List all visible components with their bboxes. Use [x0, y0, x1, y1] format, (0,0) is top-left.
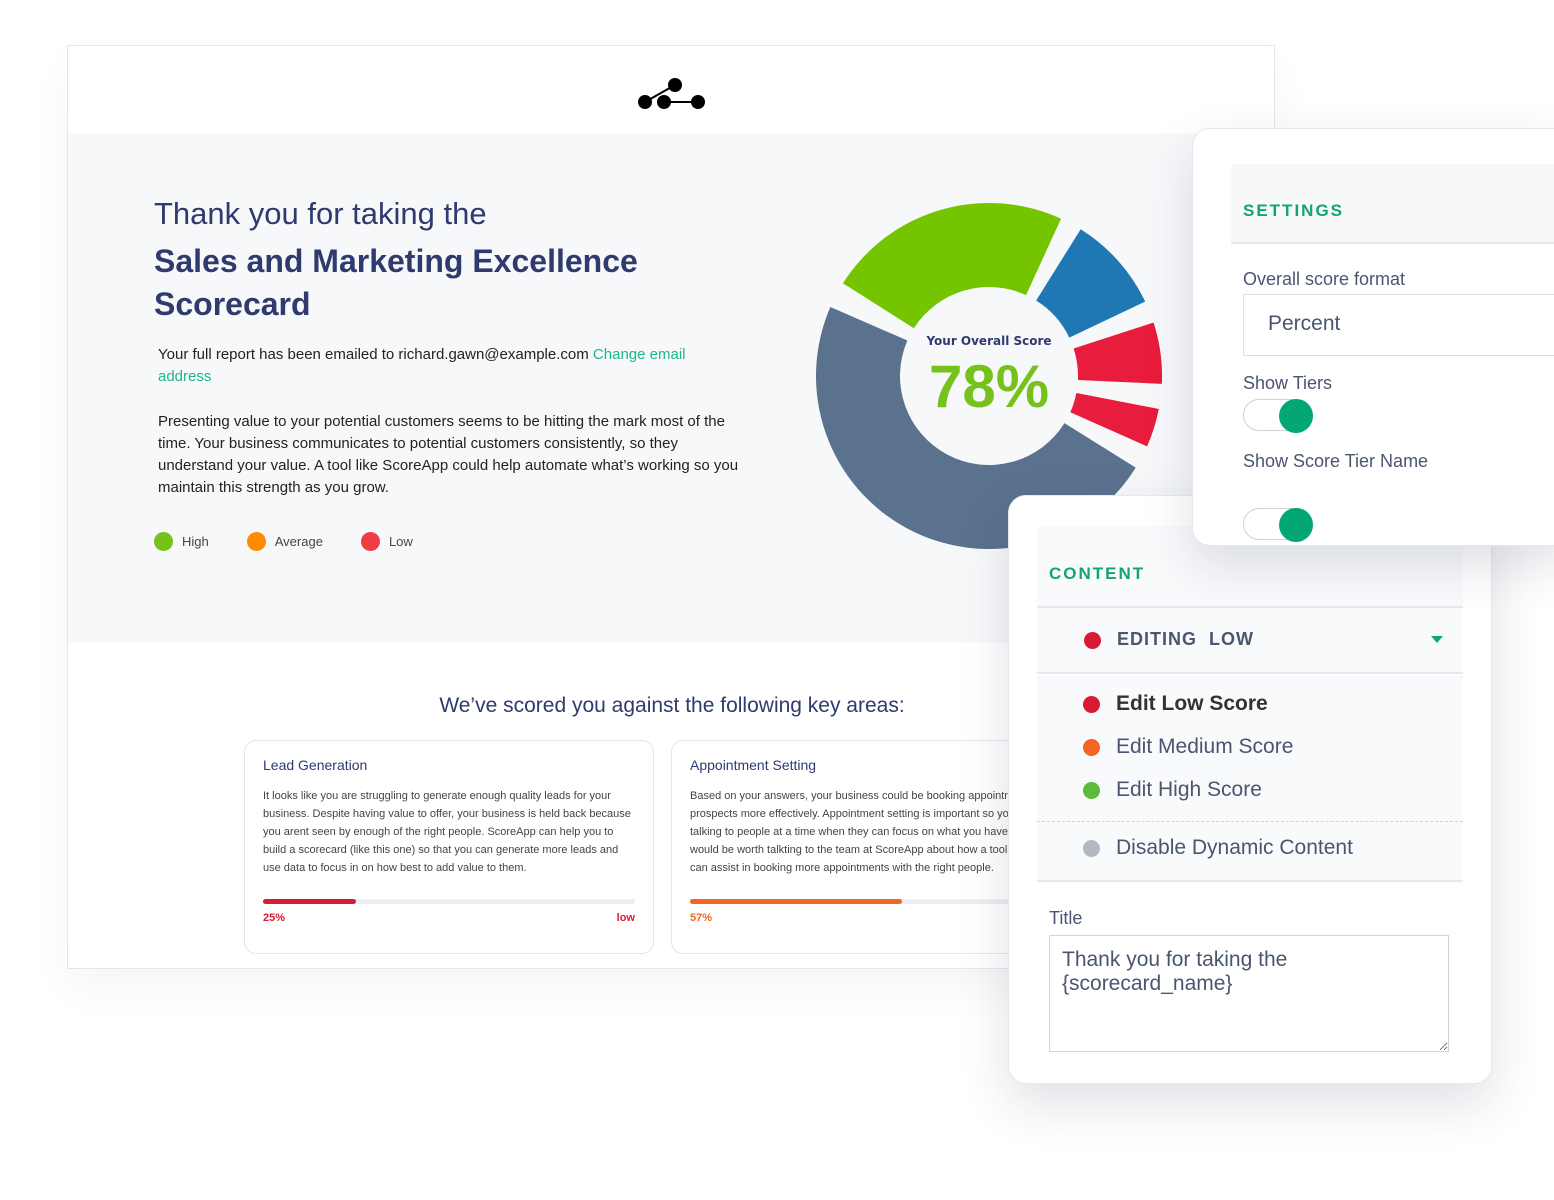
card-text: Based on your answers, your business cou…: [690, 790, 1057, 874]
disabled-dot: [1083, 839, 1100, 857]
tier-dot: [1083, 738, 1100, 756]
summary-text: Presenting value to your potential custo…: [158, 413, 739, 496]
content-panel: CONTENT EDITING LOW Edit Low Score Edit M…: [1008, 495, 1492, 1084]
item-label: Edit High Score: [1116, 778, 1262, 801]
low-tier-dot: [1084, 632, 1101, 649]
settings-panel: SETTINGS Overall score format Percent Sh…: [1192, 128, 1554, 546]
edit-score-item[interactable]: Edit High Score: [1083, 778, 1262, 802]
score-label: Your Overall Score: [926, 334, 1052, 348]
card-percent: 25%: [263, 912, 286, 924]
legend-dot: [154, 532, 173, 551]
legend-item: Average: [246, 532, 323, 551]
disable-dynamic-content[interactable]: Disable Dynamic Content: [1083, 836, 1353, 860]
legend-label: High: [182, 534, 209, 549]
disable-label: Disable Dynamic Content: [1116, 836, 1353, 859]
title-line1: Thank you for taking the: [154, 196, 487, 231]
scorecard-title: Sales and Marketing Excellence Scorecard: [154, 243, 638, 322]
show-tiers-label: Show Tiers: [1243, 373, 1333, 393]
title-label: Title: [1049, 908, 1083, 928]
editing-tier-dropdown[interactable]: EDITING LOW: [1037, 608, 1463, 674]
settings-heading: SETTINGS: [1243, 201, 1345, 220]
logo-icon: [638, 78, 705, 109]
card-title: Lead Generation: [263, 757, 368, 773]
tier-dot: [1083, 781, 1100, 799]
chevron-down-icon: [1431, 636, 1443, 643]
legend-label: Average: [274, 534, 323, 549]
legend-dot: [360, 532, 380, 551]
score-format-select[interactable]: Percent: [1243, 294, 1554, 356]
show-tier-name-toggle[interactable]: [1243, 508, 1313, 542]
title-textarea[interactable]: Thank you for taking the {scorecard_name…: [1049, 935, 1449, 1052]
card-text: It looks like you are struggling to gene…: [263, 790, 631, 874]
email-text: Your full report has been emailed to ric…: [158, 346, 589, 363]
item-label: Edit Low Score: [1116, 692, 1268, 715]
score-bar-fill: [690, 899, 903, 904]
score-bar: [690, 899, 1062, 904]
card-title: Appointment Setting: [690, 757, 817, 773]
show-tier-name-label: Show Score Tier Name: [1243, 451, 1429, 471]
legend-item: High: [154, 532, 209, 551]
legend-label: Low: [388, 534, 413, 549]
donut-segment: [842, 203, 1062, 329]
card-percent: 57%: [690, 912, 713, 924]
edit-score-item[interactable]: Edit Low Score: [1083, 692, 1268, 716]
score-format-label: Overall score format: [1243, 269, 1406, 289]
key-area-card: Lead Generation It looks like you are str…: [244, 740, 654, 954]
score-value: 78%: [928, 353, 1050, 420]
edit-score-item[interactable]: Edit Medium Score: [1083, 735, 1293, 759]
donut-segment: [1036, 229, 1146, 338]
show-tiers-toggle[interactable]: [1243, 399, 1313, 433]
item-label: Edit Medium Score: [1116, 735, 1294, 758]
email-notice: Your full report has been emailed to ric…: [158, 344, 738, 388]
content-heading: CONTENT: [1049, 564, 1146, 583]
card-tier: low: [616, 912, 635, 924]
tier-dot: [1083, 695, 1100, 713]
legend-dot: [246, 532, 266, 551]
score-bar: [263, 899, 635, 904]
legend-item: Low: [360, 532, 413, 551]
tier-legend: High Average Low: [154, 532, 413, 551]
score-bar-fill: [263, 899, 356, 904]
editing-label: EDITING LOW: [1117, 629, 1254, 649]
